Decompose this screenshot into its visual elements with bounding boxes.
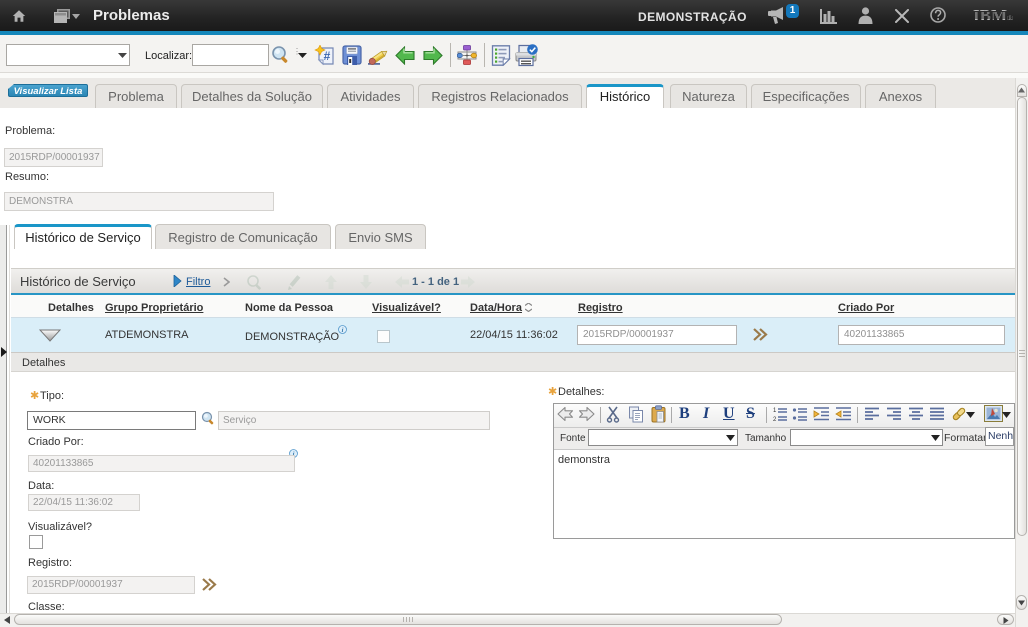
svg-text:#: # xyxy=(324,49,331,63)
svg-text:1: 1 xyxy=(773,408,777,414)
svg-text:i: i xyxy=(342,327,344,334)
svg-text:2: 2 xyxy=(773,417,777,422)
